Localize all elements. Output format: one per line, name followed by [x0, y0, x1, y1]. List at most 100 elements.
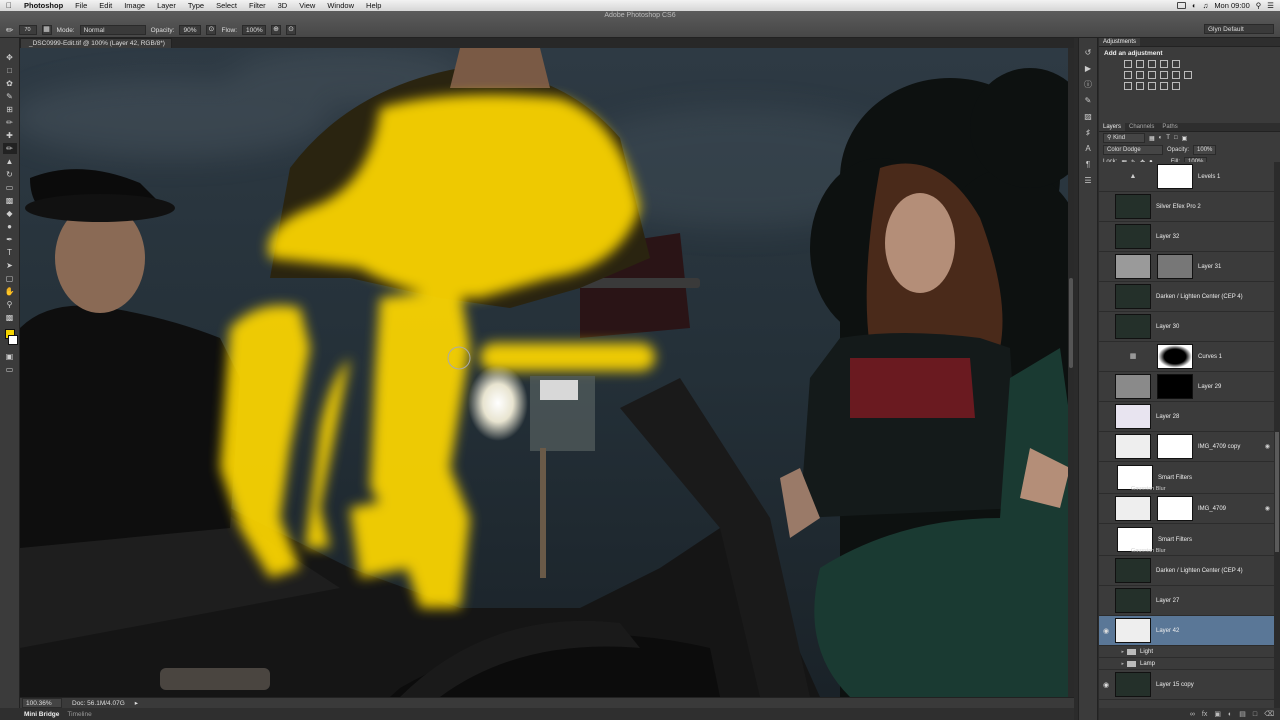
levels-icon[interactable]	[1136, 60, 1144, 68]
layer-row[interactable]: Layer 31	[1099, 252, 1274, 282]
brightness-contrast-icon[interactable]	[1124, 60, 1132, 68]
invert-icon[interactable]	[1124, 82, 1132, 90]
new-layer-icon[interactable]: □	[1253, 711, 1257, 718]
quick-select-tool-icon[interactable]: ✎	[3, 91, 17, 102]
black-white-icon[interactable]	[1148, 71, 1156, 79]
hue-saturation-icon[interactable]	[1124, 71, 1132, 79]
mode-select[interactable]: Normal	[79, 25, 146, 35]
lasso-tool-icon[interactable]: ✿	[3, 78, 17, 89]
layer-row[interactable]: Darken / Lighten Center (CEP 4)	[1099, 556, 1274, 586]
move-tool-icon[interactable]: ✥	[3, 52, 17, 63]
layer-row[interactable]: ▲ Levels 1	[1099, 162, 1274, 192]
battery-icon[interactable]	[1177, 2, 1187, 9]
vibrance-icon[interactable]	[1172, 60, 1180, 68]
marquee-tool-icon[interactable]: □	[3, 65, 17, 76]
apple-menu-icon[interactable]: 	[0, 1, 18, 10]
tab-paths[interactable]: Paths	[1158, 123, 1181, 131]
clone-stamp-tool-icon[interactable]: ▲	[3, 156, 17, 167]
menubar-clock[interactable]: Mon 09:00	[1214, 1, 1249, 10]
character-panel-icon[interactable]: A	[1082, 144, 1094, 154]
layer-mask-thumbnail[interactable]	[1157, 164, 1193, 189]
curves-icon[interactable]	[1148, 60, 1156, 68]
screen-mode-icon[interactable]: ▭	[3, 364, 17, 375]
link-layers-icon[interactable]: ∞	[1190, 711, 1195, 718]
brush-tool-icon-active[interactable]: ✏	[2, 143, 17, 154]
layer-filter-select[interactable]: ⚲ Kind	[1103, 133, 1145, 143]
menu-image[interactable]: Image	[118, 1, 151, 10]
document-canvas[interactable]	[20, 48, 1074, 697]
airbrush-icon[interactable]: ⊕	[271, 25, 281, 35]
opacity-field[interactable]: 90%	[179, 25, 202, 35]
threshold-icon[interactable]	[1148, 82, 1156, 90]
brush-panel-icon[interactable]: ✎	[1082, 96, 1094, 106]
healing-brush-tool-icon[interactable]: ✚	[3, 130, 17, 141]
canvas-scroll-thumb[interactable]	[1069, 278, 1073, 368]
filter-pixel-icon[interactable]: ▦	[1149, 135, 1155, 142]
tab-layers[interactable]: Layers	[1099, 123, 1126, 131]
brush-tool-icon[interactable]: ✏	[6, 25, 14, 36]
layer-row[interactable]: ▦ Curves 1	[1099, 342, 1274, 372]
default-colors-icon[interactable]: ▩	[3, 312, 17, 323]
brush-panel-toggle-icon[interactable]: ▦	[41, 25, 52, 35]
layer-group-row[interactable]: ▸ Light	[1099, 646, 1274, 658]
flow-field[interactable]: 100%	[242, 25, 266, 35]
layer-mask-thumbnail[interactable]	[1157, 344, 1193, 369]
layers-scrollbar[interactable]	[1274, 162, 1280, 708]
menu-type[interactable]: Type	[182, 1, 210, 10]
actions-panel-icon[interactable]: ▶	[1082, 64, 1094, 74]
history-panel-icon[interactable]: ↺	[1082, 48, 1094, 58]
layer-row[interactable]: Layer 28	[1099, 402, 1274, 432]
gaussian-blur-filter[interactable]: Gaussian Blur	[1131, 548, 1166, 554]
blur-tool-icon[interactable]: ◆	[3, 208, 17, 219]
channel-mixer-icon[interactable]	[1172, 71, 1180, 79]
volume-icon[interactable]: ♫	[1203, 1, 1209, 10]
layers-scroll-thumb[interactable]	[1275, 432, 1279, 552]
visibility-eye-icon[interactable]: ◉	[1099, 681, 1113, 689]
layer-mask-thumbnail[interactable]	[1157, 496, 1193, 521]
type-tool-icon[interactable]: T	[3, 247, 17, 258]
layer-row[interactable]: ◉ Layer 15 copy	[1099, 670, 1274, 700]
group-expand-icon[interactable]: ▸	[1099, 661, 1127, 667]
layer-style-icon[interactable]: fx	[1202, 711, 1207, 718]
menu-layer[interactable]: Layer	[151, 1, 182, 10]
zoom-level-field[interactable]: 100.36%	[22, 698, 62, 708]
effects-icon[interactable]: ◉	[1265, 505, 1270, 512]
eraser-tool-icon[interactable]: ▭	[3, 182, 17, 193]
layer-mask-thumbnail[interactable]	[1157, 254, 1193, 279]
new-adjustment-icon[interactable]: ◐	[1228, 711, 1232, 718]
layer-row[interactable]: Layer 27	[1099, 586, 1274, 616]
layer-row[interactable]: IMG_4709 copy ◉	[1099, 432, 1274, 462]
layer-group-row[interactable]: ▸ Lamp	[1099, 658, 1274, 670]
layer-mask-thumbnail[interactable]	[1157, 374, 1193, 399]
notifications-icon[interactable]: ☰	[1267, 1, 1274, 10]
filter-adjustment-icon[interactable]: ◐	[1159, 135, 1163, 141]
color-lookup-icon[interactable]	[1184, 71, 1192, 79]
pen-tool-icon[interactable]: ✒	[3, 234, 17, 245]
layer-row[interactable]: IMG_4709 ◉	[1099, 494, 1274, 524]
menu-edit[interactable]: Edit	[93, 1, 118, 10]
layer-row-selected[interactable]: ◉ Layer 42	[1099, 616, 1274, 646]
layer-row[interactable]: Layer 32	[1099, 222, 1274, 252]
tab-mini-bridge[interactable]: Mini Bridge	[24, 711, 59, 718]
smart-filters-row[interactable]: Smart Filters Gaussian Blur	[1099, 524, 1274, 556]
tab-channels[interactable]: Channels	[1125, 123, 1158, 131]
layer-row[interactable]: Layer 30	[1099, 312, 1274, 342]
quick-mask-icon[interactable]: ▣	[3, 351, 17, 362]
layer-mask-thumbnail[interactable]	[1157, 434, 1193, 459]
layer-row[interactable]: Darken / Lighten Center (CEP 4)	[1099, 282, 1274, 312]
canvas-vertical-scrollbar[interactable]	[1068, 48, 1074, 697]
selective-color-icon[interactable]	[1172, 82, 1180, 90]
tab-adjustments[interactable]: Adjustments	[1099, 38, 1141, 46]
dodge-tool-icon[interactable]: ●	[3, 221, 17, 232]
hand-tool-icon[interactable]: ✋	[3, 286, 17, 297]
effects-icon[interactable]: ◉	[1265, 443, 1270, 450]
blend-mode-select[interactable]: Color Dodge	[1103, 145, 1163, 155]
pressure-size-icon[interactable]: ⊙	[286, 25, 296, 35]
group-expand-icon[interactable]: ▸	[1099, 649, 1127, 655]
gradient-map-icon[interactable]	[1160, 82, 1168, 90]
workspace-select[interactable]: Glyn Default	[1204, 24, 1274, 34]
gradient-tool-icon[interactable]: ▩	[3, 195, 17, 206]
pressure-opacity-icon[interactable]: ⊙	[206, 25, 217, 35]
brush-presets-icon[interactable]: ▨	[1082, 112, 1094, 122]
background-color-swatch[interactable]	[7, 335, 18, 345]
